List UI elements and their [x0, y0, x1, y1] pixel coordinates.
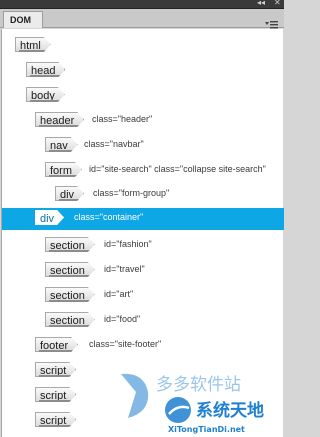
element-tag: script — [35, 412, 76, 427]
close-icon[interactable]: ✕ — [274, 0, 281, 8]
element-tag: body — [26, 87, 65, 102]
tree-node-html[interactable]: html — [2, 35, 284, 55]
tree-node-form[interactable]: form id="site-search" class="collapse si… — [2, 160, 284, 180]
watermark-bottom-text: 系统天地 — [196, 400, 264, 421]
element-attributes: id="site-search" class="collapse site-se… — [89, 164, 266, 174]
tree-node-head[interactable]: head — [2, 60, 284, 80]
element-tag: footer — [35, 337, 78, 352]
tree-node-div-form-group[interactable]: div class="form-group" — [2, 184, 284, 204]
element-tag: script — [35, 387, 76, 402]
tab-label: DOM — [10, 15, 31, 25]
tree-node-section-food[interactable]: section id="food" — [2, 310, 284, 330]
panel-tabbar: DOM — [0, 9, 284, 32]
element-tag: head — [26, 62, 65, 77]
element-tag: form — [45, 162, 82, 177]
element-attributes: class="navbar" — [84, 139, 144, 149]
element-tag: section — [45, 237, 95, 252]
element-tag: section — [45, 262, 95, 277]
element-tag: html — [15, 37, 51, 52]
element-attributes: id="travel" — [104, 264, 145, 274]
element-attributes: id="fashion" — [104, 239, 152, 249]
element-attributes: class="container" — [74, 212, 144, 222]
element-attributes: class="form-group" — [93, 188, 170, 198]
collapse-icon[interactable]: ◂◂ — [257, 0, 265, 8]
tree-node-header[interactable]: header class="header" — [2, 110, 284, 130]
element-attributes: class="header" — [92, 114, 153, 124]
element-attributes: id="food" — [104, 314, 141, 324]
element-tag: section — [45, 287, 95, 302]
panel-titlebar: ◂◂ ✕ — [0, 0, 284, 9]
tree-node-section-art[interactable]: section id="art" — [2, 285, 284, 305]
tree-node-section-fashion[interactable]: section id="fashion" — [2, 235, 284, 255]
tree-node-div-container-selected[interactable]: div class="container" — [2, 208, 284, 230]
tree-node-nav[interactable]: nav class="navbar" — [2, 135, 284, 155]
tab-dom[interactable]: DOM — [3, 11, 43, 28]
tree-node-footer[interactable]: footer class="site-footer" — [2, 335, 284, 355]
element-attributes: id="art" — [104, 289, 134, 299]
watermark-url: XiTongTianDi.net — [168, 425, 245, 434]
element-tag: div — [35, 210, 64, 225]
tree-node-section-travel[interactable]: section id="travel" — [2, 260, 284, 280]
element-attributes: class="site-footer" — [89, 339, 162, 349]
element-tag: div — [55, 186, 84, 201]
watermark-top-text: 多多软件站 — [156, 375, 241, 395]
watermark-logo: 多多软件站 系统天地 XiTongTianDi.net — [121, 373, 264, 434]
element-tag: script — [35, 362, 76, 377]
element-tag: section — [45, 312, 95, 327]
element-tag: nav — [45, 137, 78, 152]
element-tag: header — [35, 112, 84, 127]
tree-node-body[interactable]: body — [2, 85, 284, 105]
